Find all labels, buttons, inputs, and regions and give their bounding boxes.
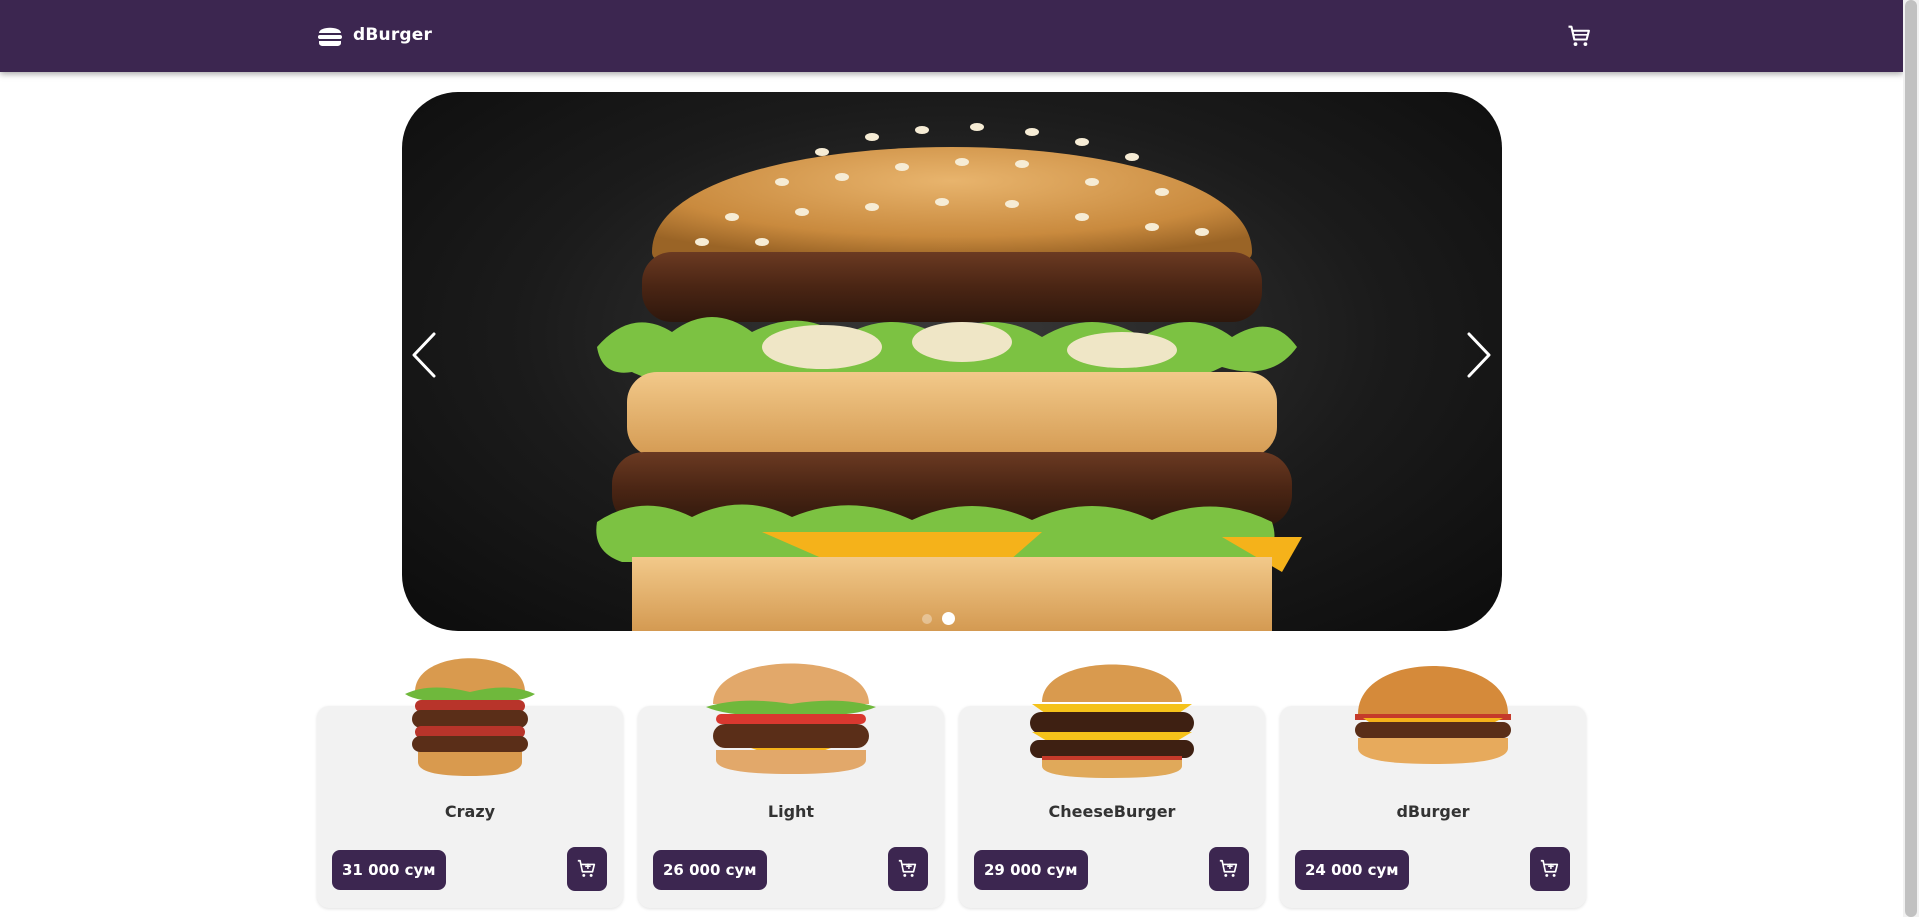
carousel-dot-1[interactable] (922, 613, 932, 624)
carousel-next-button[interactable] (1461, 330, 1495, 380)
carousel-prev-button[interactable] (408, 330, 442, 380)
product-card-crazy[interactable]: Crazy 31 000 сум (317, 658, 623, 908)
product-price: 26 000 сум (653, 850, 767, 890)
product-price: 24 000 сум (1295, 850, 1409, 890)
product-card-cheeseburger[interactable]: CheeseBurger 29 000 сум (959, 664, 1265, 908)
product-image-dburger (1355, 666, 1511, 764)
add-to-cart-icon (1219, 859, 1238, 877)
add-to-cart-icon (898, 859, 917, 877)
add-to-cart-icon (1540, 859, 1559, 877)
product-price: 31 000 сум (332, 850, 446, 890)
add-to-cart-icon (577, 859, 596, 877)
product-name: dBurger (1396, 802, 1470, 821)
product-card-light[interactable]: Light 26 000 сум (638, 663, 944, 908)
product-card-dburger[interactable]: dBurger 24 000 сум (1280, 666, 1586, 908)
product-price: 29 000 сум (974, 850, 1088, 890)
cart-icon[interactable] (1565, 22, 1593, 50)
top-navbar: dBurger (0, 0, 1903, 72)
scrollbar-thumb[interactable] (1905, 0, 1917, 917)
product-image-light (706, 663, 876, 774)
add-to-cart-button[interactable] (567, 847, 607, 891)
hero-carousel (402, 92, 1502, 631)
product-image-crazy (405, 658, 535, 776)
carousel-indicators (922, 612, 955, 625)
burger-icon (318, 27, 342, 46)
product-name: Crazy (444, 802, 496, 821)
hero-burger-image (596, 123, 1302, 631)
add-to-cart-button[interactable] (888, 847, 928, 891)
product-name: Light (767, 802, 815, 821)
brand-name: dBurger (353, 25, 433, 45)
product-name: CheeseBurger (1048, 802, 1176, 821)
add-to-cart-button[interactable] (1530, 847, 1570, 891)
carousel-dot-2[interactable] (942, 612, 955, 625)
brand-logo[interactable]: dBurger (317, 20, 432, 50)
product-image-cheeseburger (1030, 664, 1194, 778)
add-to-cart-button[interactable] (1209, 847, 1249, 891)
